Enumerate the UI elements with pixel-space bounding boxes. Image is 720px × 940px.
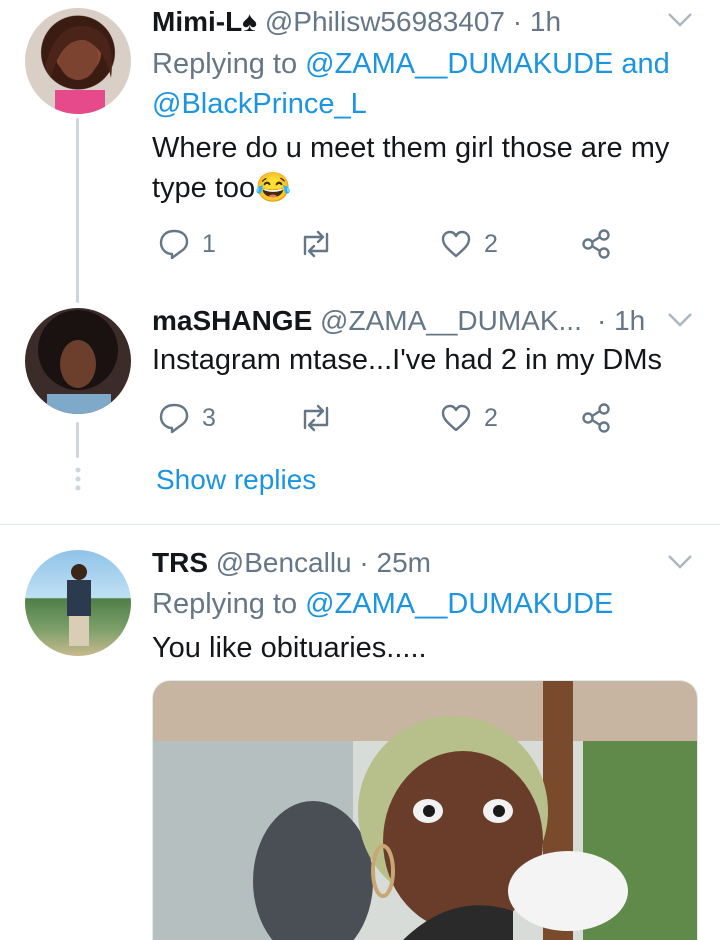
reply-count: 3 [202, 403, 216, 432]
timestamp[interactable]: · 1h [597, 303, 645, 339]
like-count: 2 [484, 403, 498, 432]
avatar[interactable] [25, 8, 131, 114]
retweet-button[interactable] [298, 228, 334, 260]
mention-link[interactable]: @ZAMA__DUMAKUDE [305, 588, 613, 620]
replying-to-label: Replying to [152, 48, 298, 80]
heart-icon [441, 230, 471, 258]
user-handle[interactable]: @Bencallu [216, 547, 352, 578]
like-button[interactable]: 2 [440, 402, 498, 434]
reply-icon [159, 229, 189, 260]
tweet-text: Instagram mtase...I've had 2 in my DMs [152, 344, 662, 376]
display-name[interactable]: Mimi-L♠ [152, 6, 257, 37]
chevron-down-icon[interactable] [666, 310, 694, 330]
show-replies-link[interactable]: Show replies [156, 462, 316, 498]
thread-line [76, 118, 79, 303]
reply-icon [159, 403, 189, 434]
avatar-photo [45, 25, 112, 114]
like-button[interactable]: 2 [440, 228, 498, 260]
retweet-icon [303, 404, 329, 432]
avatar[interactable] [25, 550, 131, 656]
thread-line [76, 422, 79, 458]
more-dots-icon [75, 467, 81, 491]
display-name[interactable]: TRS [152, 547, 208, 578]
reply-count: 1 [202, 229, 216, 258]
timestamp[interactable]: · 1h [513, 6, 561, 37]
divider [0, 524, 720, 525]
reply-button[interactable]: 3 [158, 402, 216, 434]
share-button[interactable] [580, 228, 612, 260]
avatar[interactable] [25, 308, 131, 414]
tweet-text: You like obituaries..... [152, 632, 427, 664]
user-handle[interactable]: @Philisw56983407 [265, 6, 505, 37]
retweet-icon [303, 230, 329, 258]
reply-button[interactable]: 1 [158, 228, 216, 260]
media-photo [153, 681, 697, 940]
mention-link[interactable]: @BlackPrince_L [152, 84, 367, 124]
tweet-text: Where do u meet them girl those are my [152, 132, 670, 164]
retweet-button[interactable] [298, 402, 334, 434]
share-icon [582, 403, 610, 433]
chevron-down-icon[interactable] [666, 552, 694, 572]
display-name[interactable]: maSHANGE [152, 305, 312, 336]
avatar-photo [67, 564, 91, 646]
tweet-text: type too😂 [152, 172, 292, 204]
avatar-photo [38, 310, 118, 414]
chevron-down-icon[interactable] [666, 10, 694, 30]
mention-link[interactable]: @ZAMA__DUMAKUDE and [305, 48, 670, 80]
user-handle[interactable]: @ZAMA__DUMAK... [320, 305, 582, 336]
heart-icon [441, 404, 471, 432]
timestamp[interactable]: · 25m [359, 547, 431, 578]
replying-to-label: Replying to [152, 588, 298, 620]
share-button[interactable] [580, 402, 612, 434]
tweet-media-image[interactable] [152, 680, 698, 940]
like-count: 2 [484, 229, 498, 258]
share-icon [582, 229, 610, 259]
